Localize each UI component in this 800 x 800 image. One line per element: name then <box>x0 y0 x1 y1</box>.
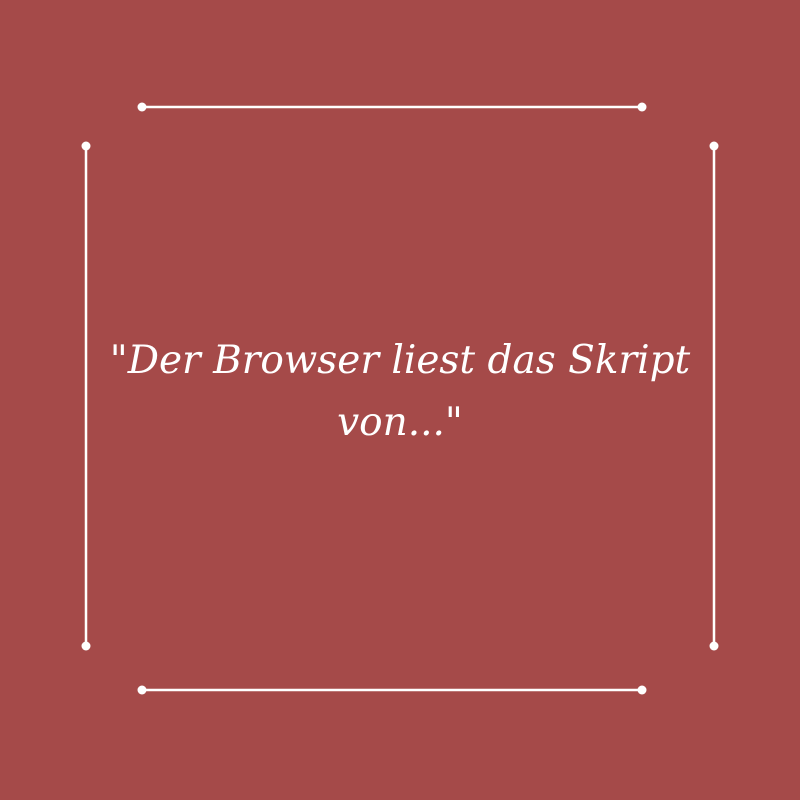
frame-left-line-start-dot <box>81 141 91 151</box>
frame-bottom-line-start-dot <box>137 685 147 695</box>
frame-top-line-start-dot <box>137 102 147 112</box>
frame-bottom-line-end-dot <box>637 685 647 695</box>
frame-right-line-start-dot <box>709 141 719 151</box>
frame-left-line-end-dot <box>81 641 91 651</box>
frame-right-line-end-dot <box>709 641 719 651</box>
quote-text: "Der Browser liest das Skript von..." <box>109 338 691 445</box>
quote-card: "Der Browser liest das Skript von..." <box>0 0 800 800</box>
frame-top-line-end-dot <box>637 102 647 112</box>
